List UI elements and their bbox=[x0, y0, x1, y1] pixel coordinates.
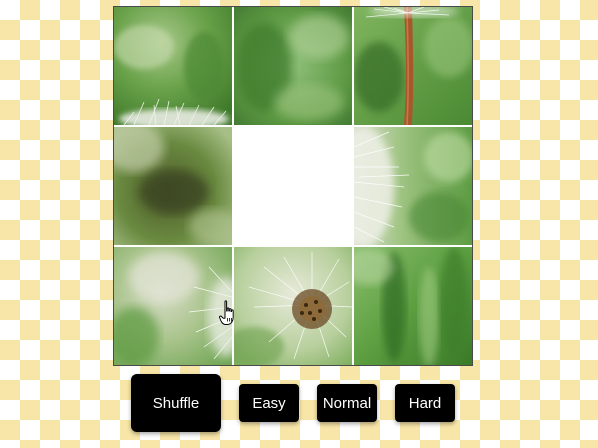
grid-divider bbox=[353, 7, 354, 365]
empty-tile-slot bbox=[234, 127, 352, 245]
puzzle-tile[interactable] bbox=[354, 7, 472, 125]
hand-pointer-icon bbox=[219, 300, 239, 326]
puzzle-tile[interactable] bbox=[114, 127, 232, 245]
puzzle-board bbox=[113, 6, 473, 366]
shuffle-button[interactable]: Shuffle bbox=[131, 374, 221, 432]
normal-button[interactable]: Normal bbox=[317, 384, 377, 422]
puzzle-tile[interactable] bbox=[114, 247, 232, 365]
hard-button[interactable]: Hard bbox=[395, 384, 455, 422]
easy-button[interactable]: Easy bbox=[239, 384, 299, 422]
puzzle-tile[interactable] bbox=[234, 7, 352, 125]
grid-divider bbox=[114, 126, 472, 127]
puzzle-controls: Shuffle Easy Normal Hard bbox=[0, 372, 598, 438]
puzzle-tile[interactable] bbox=[354, 247, 472, 365]
grid-divider bbox=[114, 246, 472, 247]
puzzle-tile[interactable] bbox=[234, 247, 352, 365]
puzzle-tile[interactable] bbox=[354, 127, 472, 245]
puzzle-tile[interactable] bbox=[114, 7, 232, 125]
